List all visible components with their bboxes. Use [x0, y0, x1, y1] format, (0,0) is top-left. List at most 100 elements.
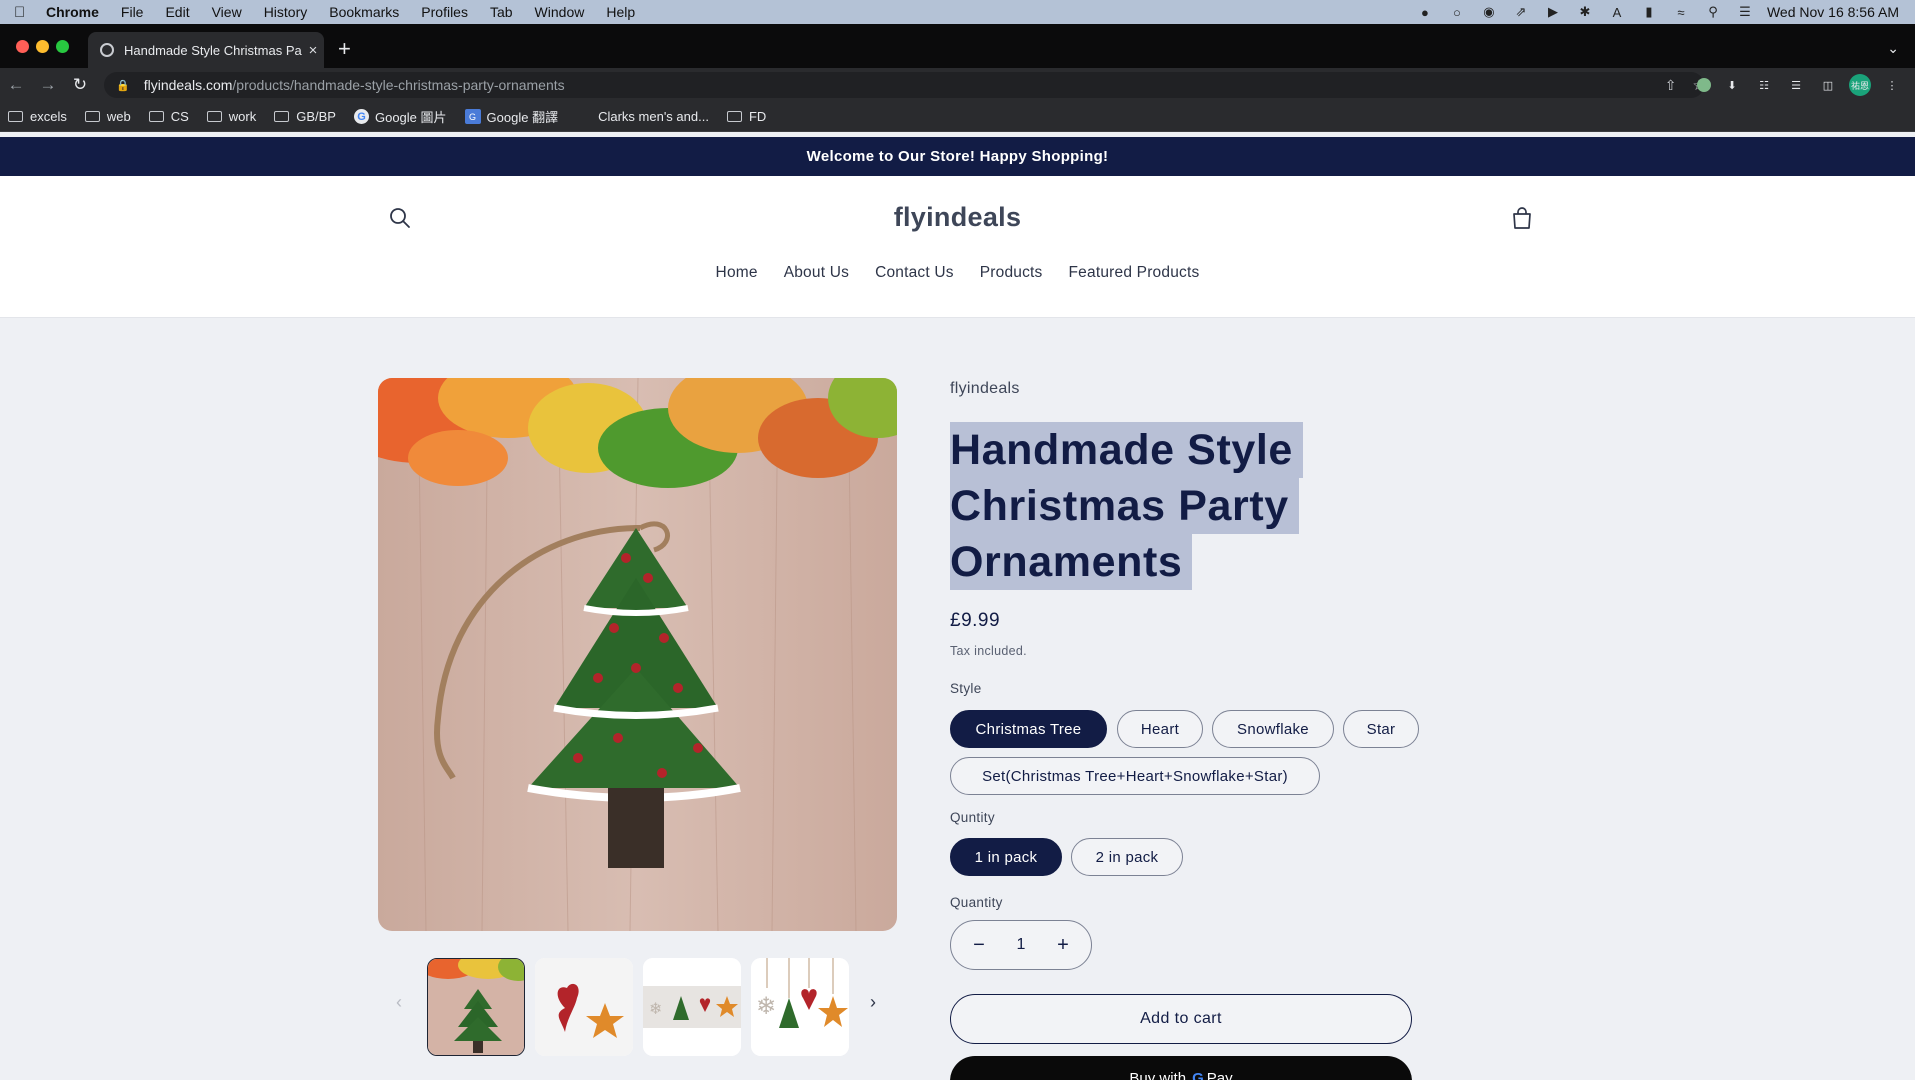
bookmark-label: CS — [170, 109, 189, 124]
google-pay-icon: G — [1192, 1070, 1204, 1080]
plus-icon[interactable]: + — [1053, 934, 1073, 957]
cart-icon[interactable] — [1509, 206, 1535, 232]
close-window-button[interactable] — [16, 40, 29, 53]
forward-icon[interactable]: → — [32, 75, 64, 95]
folder-icon — [206, 111, 222, 122]
style-option-set[interactable]: Set(Christmas Tree+Heart+Snowflake+Star) — [950, 757, 1320, 795]
add-to-cart-button[interactable]: Add to cart — [950, 994, 1412, 1044]
bookmark-web[interactable]: web — [84, 109, 131, 124]
line-icon[interactable]: ● — [1409, 5, 1441, 20]
puzzle-icon[interactable]: ☷ — [1753, 74, 1775, 96]
bookmark-clarks[interactable]: Clarks men's and... — [576, 109, 709, 124]
bookmark-fd[interactable]: FD — [726, 109, 767, 124]
thumbnail-tree-image — [428, 959, 524, 1055]
style-option-heart[interactable]: Heart — [1117, 710, 1203, 748]
translate-icon: G — [464, 109, 481, 124]
thumbnail-heart-star[interactable] — [535, 958, 633, 1056]
back-icon[interactable]: ← — [0, 75, 32, 95]
store-logo[interactable]: flyindeals — [0, 202, 1915, 233]
style-option-star[interactable]: Star — [1343, 710, 1419, 748]
nav-home[interactable]: Home — [716, 264, 758, 282]
menu-profiles[interactable]: Profiles — [421, 4, 468, 20]
play-icon[interactable]: ▶ — [1537, 4, 1569, 20]
folder-icon — [726, 111, 742, 122]
product-main-image[interactable] — [378, 378, 897, 931]
status-area: ● ○ ◉ ⇗ ▶ ✱ A ▮ ≈ ⚲ ☰ Wed Nov 16 8:56 AM — [1409, 0, 1915, 24]
pack-option-1[interactable]: 1 in pack — [950, 838, 1062, 876]
lock-icon[interactable]: 🔒 — [116, 79, 130, 92]
spotlight-icon[interactable]: ⚲ — [1697, 4, 1729, 20]
nav-products[interactable]: Products — [980, 264, 1043, 282]
reload-icon[interactable]: ↻ — [64, 75, 96, 95]
bookmark-label: FD — [748, 109, 767, 124]
battery-icon[interactable]: ▮ — [1633, 4, 1665, 20]
menu-tab[interactable]: Tab — [490, 4, 513, 20]
quantity-stepper: − 1 + — [950, 920, 1092, 970]
control-center-icon[interactable]: ☰ — [1729, 4, 1761, 20]
download-icon[interactable]: ⬇ — [1721, 74, 1743, 96]
address-bar[interactable]: 🔒 flyindeals.com /products/handmade-styl… — [104, 72, 1704, 98]
nav-contact-us[interactable]: Contact Us — [875, 264, 954, 282]
bookmark-google-translate[interactable]: G Google 翻譯 — [464, 107, 558, 126]
minus-icon[interactable]: − — [969, 934, 989, 957]
tab-strip: Handmade Style Christmas Par × + ⌄ — [0, 24, 1915, 68]
christmas-tree-ornament-image — [378, 378, 897, 931]
app-status-icon[interactable]: ◉ — [1473, 4, 1505, 20]
menu-file[interactable]: File — [121, 4, 144, 20]
chevron-right-icon[interactable]: › — [870, 992, 876, 1013]
menu-app-name[interactable]: Chrome — [46, 4, 99, 20]
tab-search-chevron-icon[interactable]: ⌄ — [1887, 40, 1899, 57]
apple-icon[interactable]:  — [14, 4, 34, 21]
thumbnail-set-row[interactable]: ❄ — [643, 958, 741, 1056]
url-path: /products/handmade-style-christmas-party… — [232, 77, 565, 93]
tab-active[interactable]: Handmade Style Christmas Par × — [88, 32, 324, 68]
tab-close-icon[interactable]: × — [302, 42, 324, 59]
menu-window[interactable]: Window — [535, 4, 585, 20]
nav-about-us[interactable]: About Us — [784, 264, 849, 282]
folder-icon — [8, 111, 23, 122]
menu-edit[interactable]: Edit — [165, 4, 189, 20]
menu-help[interactable]: Help — [606, 4, 635, 20]
menu-view[interactable]: View — [212, 4, 242, 20]
bookmark-work[interactable]: work — [206, 109, 257, 124]
nav-featured-products[interactable]: Featured Products — [1069, 264, 1200, 282]
buy-now-button[interactable]: Buy with G Pay — [950, 1056, 1412, 1080]
minimize-window-button[interactable] — [36, 40, 49, 53]
input-method-icon[interactable]: A — [1601, 5, 1633, 20]
extension-green-icon[interactable] — [1697, 78, 1711, 92]
media-queue-icon[interactable]: ☰ — [1785, 74, 1807, 96]
thumbnail-set-hanging[interactable]: ❄ — [751, 958, 849, 1056]
style-option-snowflake[interactable]: Snowflake — [1212, 710, 1334, 748]
profile-avatar[interactable]: 祐恩 — [1849, 74, 1871, 96]
style-option-christmas-tree[interactable]: Christmas Tree — [950, 710, 1107, 748]
fullscreen-window-button[interactable] — [56, 40, 69, 53]
extensions-area: ⬇ ☷ ☰ ◫ 祐恩 ⋮ — [1697, 74, 1903, 96]
new-tab-button[interactable]: + — [338, 38, 351, 60]
chevron-left-icon[interactable]: ‹ — [396, 992, 402, 1013]
wechat-icon[interactable]: ○ — [1441, 5, 1473, 20]
pack-option-2[interactable]: 2 in pack — [1071, 838, 1183, 876]
side-panel-icon[interactable]: ◫ — [1817, 74, 1839, 96]
bookmark-label: GB/BP — [296, 109, 336, 124]
product-title-line: Ornaments — [950, 534, 1193, 590]
bookmark-gbbp[interactable]: GB/BP — [274, 109, 336, 124]
network-icon[interactable]: ⇗ — [1505, 4, 1537, 20]
bookmark-cs[interactable]: CS — [148, 109, 189, 124]
bookmark-label: work — [228, 109, 257, 124]
site-header: flyindeals Home About Us Contact Us Prod… — [0, 176, 1915, 318]
mac-menubar:  Chrome File Edit View History Bookmark… — [0, 0, 1915, 24]
menu-bookmarks[interactable]: Bookmarks — [329, 4, 399, 20]
share-icon[interactable]: ⇧ — [1665, 77, 1677, 94]
bookmark-google-images[interactable]: G Google 圖片 — [353, 107, 447, 126]
wifi-icon[interactable]: ≈ — [1665, 5, 1697, 20]
kebab-menu-icon[interactable]: ⋮ — [1881, 74, 1903, 96]
quantity-value[interactable]: 1 — [1017, 936, 1026, 954]
thumbnail-tree[interactable] — [427, 958, 525, 1056]
menu-history[interactable]: History — [264, 4, 308, 20]
bookmark-excels[interactable]: excels — [8, 109, 67, 124]
thumbnail-heart-star-image — [535, 958, 633, 1056]
svg-text:❄: ❄ — [756, 992, 776, 1020]
clock[interactable]: Wed Nov 16 8:56 AM — [1767, 4, 1899, 20]
bluetooth-icon[interactable]: ✱ — [1569, 4, 1601, 20]
folder-icon — [84, 111, 100, 122]
